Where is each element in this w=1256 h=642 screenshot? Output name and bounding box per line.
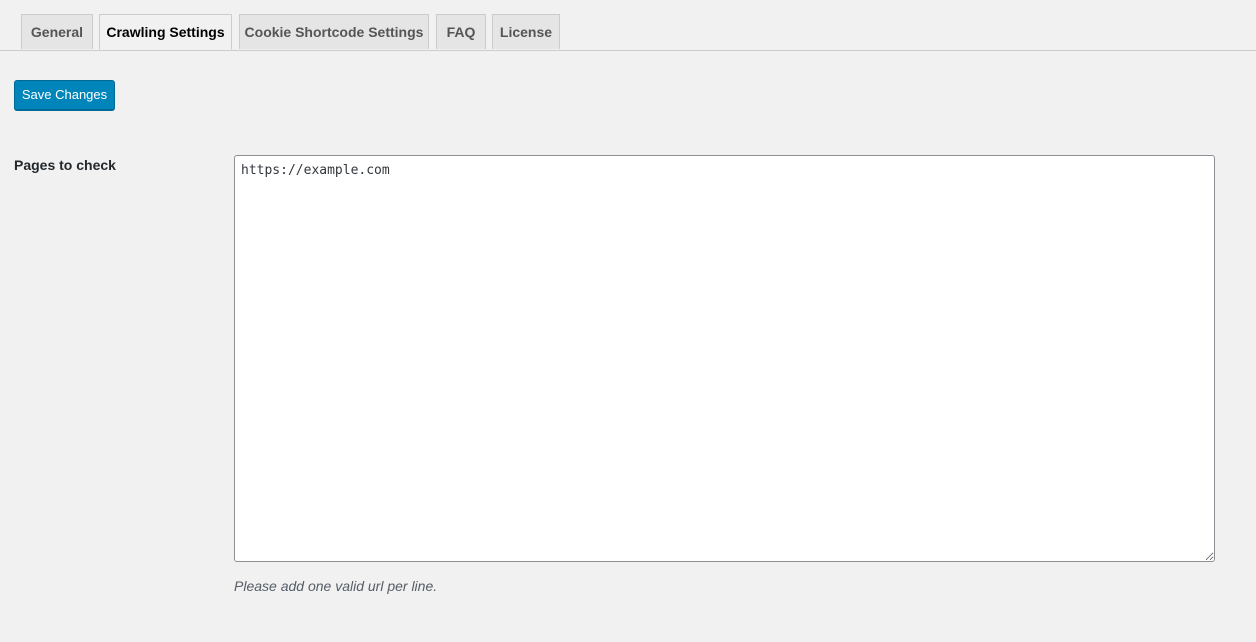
pages-to-check-description: Please add one valid url per line. bbox=[234, 578, 438, 594]
tab-crawling-settings[interactable]: Crawling Settings bbox=[99, 14, 232, 50]
pages-to-check-textarea[interactable]: https://example.com bbox=[234, 155, 1215, 562]
save-changes-button[interactable]: Save Changes bbox=[14, 80, 115, 110]
pages-to-check-label: Pages to check bbox=[14, 157, 116, 173]
tab-cookie-shortcode-settings[interactable]: Cookie Shortcode Settings bbox=[239, 14, 429, 49]
settings-page: General Crawling Settings Cookie Shortco… bbox=[0, 0, 1256, 642]
tab-license[interactable]: License bbox=[492, 14, 560, 49]
tab-faq[interactable]: FAQ bbox=[436, 14, 486, 49]
tab-bar: General Crawling Settings Cookie Shortco… bbox=[0, 14, 1256, 51]
tab-general[interactable]: General bbox=[21, 14, 93, 49]
